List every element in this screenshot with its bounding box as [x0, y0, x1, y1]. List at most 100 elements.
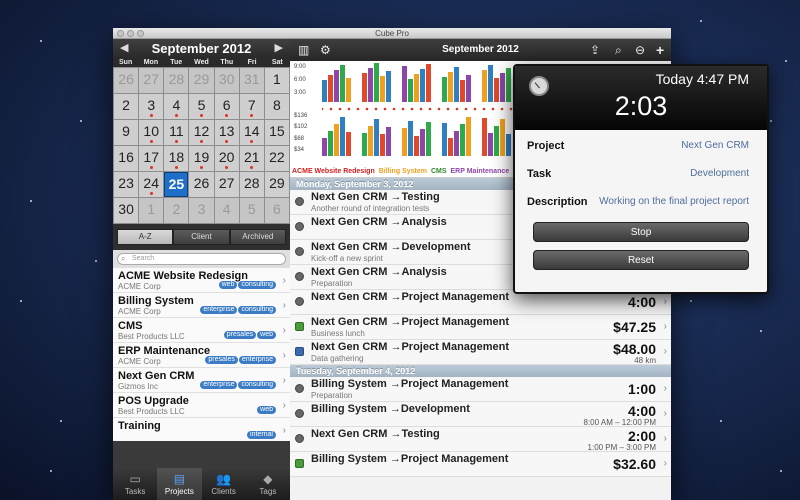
day-marker — [419, 107, 423, 111]
zoom-button[interactable] — [137, 30, 144, 37]
expense-bar — [322, 138, 327, 156]
expense-bar — [466, 117, 471, 156]
calendar-day[interactable]: 3 — [139, 94, 164, 119]
add-icon[interactable]: + — [656, 42, 664, 58]
calendar-day[interactable]: 25 — [164, 172, 189, 197]
entry-row[interactable]: Billing System →Development 4:00 8:00 AM –… — [290, 402, 671, 427]
project-tags: internal — [247, 431, 276, 439]
calendar-day[interactable]: 27 — [139, 68, 164, 93]
calendar-day[interactable]: 24 — [139, 172, 164, 197]
stop-button[interactable]: Stop — [533, 222, 749, 242]
calendar-day[interactable]: 16 — [114, 146, 139, 171]
calendar-day[interactable]: 9 — [114, 120, 139, 145]
segment-client[interactable]: Client — [173, 229, 230, 245]
tab-label: Projects — [164, 487, 194, 496]
day-marker — [509, 107, 513, 111]
money-tick-label: $102 — [294, 124, 308, 130]
calendar-day[interactable]: 19 — [189, 146, 214, 171]
calendar-day[interactable]: 12 — [189, 120, 214, 145]
calendar-day[interactable]: 22 — [264, 146, 289, 171]
segment-a-z[interactable]: A-Z — [117, 229, 174, 245]
calendar-day[interactable]: 4 — [164, 94, 189, 119]
entry-row[interactable]: Next Gen CRM →Project Management Data gat… — [290, 340, 671, 365]
calendar-day[interactable]: 28 — [164, 68, 189, 93]
calendar-day[interactable]: 13 — [214, 120, 239, 145]
calendar-day[interactable]: 1 — [139, 198, 164, 223]
reset-button[interactable]: Reset — [533, 250, 749, 270]
project-list-item[interactable]: Next Gen CRM Gizmos Inc enterprise consulti… — [113, 368, 290, 393]
calendar-day[interactable]: 26 — [114, 68, 139, 93]
bar-chart — [322, 63, 540, 156]
calendar-day[interactable]: 26 — [189, 172, 214, 197]
project-list-item[interactable]: ERP Maintenance ACME Corp presales enterpri… — [113, 343, 290, 368]
calendar-day[interactable]: 30 — [214, 68, 239, 93]
segment-archived[interactable]: Archived — [229, 229, 286, 245]
calendar-day[interactable]: 6 — [214, 94, 239, 119]
project-list-item[interactable]: ACME Website Redesign ACME Corp web consult… — [113, 268, 290, 293]
calendar-day[interactable]: 31 — [239, 68, 264, 93]
calendar-day[interactable]: 2 — [114, 94, 139, 119]
calendar-day[interactable]: 20 — [214, 146, 239, 171]
calendar-day[interactable]: 14 — [239, 120, 264, 145]
tab-projects[interactable]: ▤ Projects — [157, 468, 202, 500]
entry-row[interactable]: Next Gen CRM →Testing 2:00 1:00 PM – 3:00 … — [290, 427, 671, 452]
calendar-day[interactable]: 29 — [189, 68, 214, 93]
day-marker — [473, 107, 477, 111]
calendar-day[interactable]: 30 — [114, 198, 139, 223]
entry-detail: 48 km — [634, 356, 656, 365]
search-placeholder: Search — [132, 255, 155, 262]
search-icon[interactable]: ⌕ — [615, 42, 622, 58]
tab-tasks[interactable]: ▭ Tasks — [113, 468, 157, 500]
calendar-day[interactable]: 1 — [264, 68, 289, 93]
chevron-right-icon[interactable]: ▶ — [275, 39, 283, 58]
event-dot — [149, 114, 153, 117]
calendar-day[interactable]: 5 — [189, 94, 214, 119]
project-list-item[interactable]: POS Upgrade Best Products LLC web › — [113, 393, 290, 418]
filter-icon[interactable]: ⊖ — [635, 42, 645, 58]
calendar-day[interactable]: 27 — [214, 172, 239, 197]
time-bar — [460, 80, 465, 102]
close-button[interactable] — [117, 30, 124, 37]
calendar-day[interactable]: 11 — [164, 120, 189, 145]
calendar-day[interactable]: 6 — [264, 198, 289, 223]
event-dot — [225, 166, 229, 169]
calendar-day[interactable]: 10 — [139, 120, 164, 145]
entry-row[interactable]: Billing System →Project Management Prepar… — [290, 377, 671, 402]
entry-row[interactable]: Next Gen CRM →Project Management Business… — [290, 315, 671, 340]
calendar-day[interactable]: 8 — [264, 94, 289, 119]
time-bar — [500, 73, 505, 102]
project-list-item[interactable]: Billing System ACME Corp enterprise consult… — [113, 293, 290, 318]
tab-clients[interactable]: 👥 Clients — [202, 468, 246, 500]
time-bar — [346, 78, 351, 102]
calendar-day[interactable]: 5 — [239, 198, 264, 223]
entry-amount: 2:00 — [627, 428, 656, 444]
calendar-day[interactable]: 15 — [264, 120, 289, 145]
calendar-day[interactable]: 18 — [164, 146, 189, 171]
expense-bar — [408, 121, 413, 156]
event-dot — [250, 166, 254, 169]
calendar-day[interactable]: 2 — [164, 198, 189, 223]
timer-task-row[interactable]: Task Development — [515, 160, 767, 188]
calendar-day[interactable]: 3 — [189, 198, 214, 223]
calendar-day[interactable]: 17 — [139, 146, 164, 171]
calendar-day[interactable]: 23 — [114, 172, 139, 197]
calendar-day[interactable]: 28 — [239, 172, 264, 197]
share-icon[interactable]: ⇪ — [590, 42, 600, 58]
search-input[interactable]: ⌕ Search — [117, 253, 286, 265]
calendar-day[interactable]: 4 — [214, 198, 239, 223]
timer-description-row[interactable]: Description Working on the final project… — [515, 188, 767, 216]
calendar-day[interactable]: 7 — [239, 94, 264, 119]
title-bar: Cube Pro — [113, 28, 671, 39]
timer-project-row[interactable]: Project Next Gen CRM — [515, 132, 767, 160]
description-label: Description — [527, 196, 588, 208]
minimize-button[interactable] — [127, 30, 134, 37]
folder-icon: ▤ — [173, 472, 186, 486]
calendar-day[interactable]: 29 — [264, 172, 289, 197]
clock-icon — [295, 384, 304, 393]
entry-row[interactable]: Billing System →Project Management $32.60… — [290, 452, 671, 477]
project-list-item[interactable]: Training internal › — [113, 418, 290, 441]
calendar-day[interactable]: 21 — [239, 146, 264, 171]
project-list-item[interactable]: CMS Best Products LLC presales web › — [113, 318, 290, 343]
tab-tags[interactable]: ◆ Tags — [246, 468, 290, 500]
day-marker — [446, 107, 450, 111]
